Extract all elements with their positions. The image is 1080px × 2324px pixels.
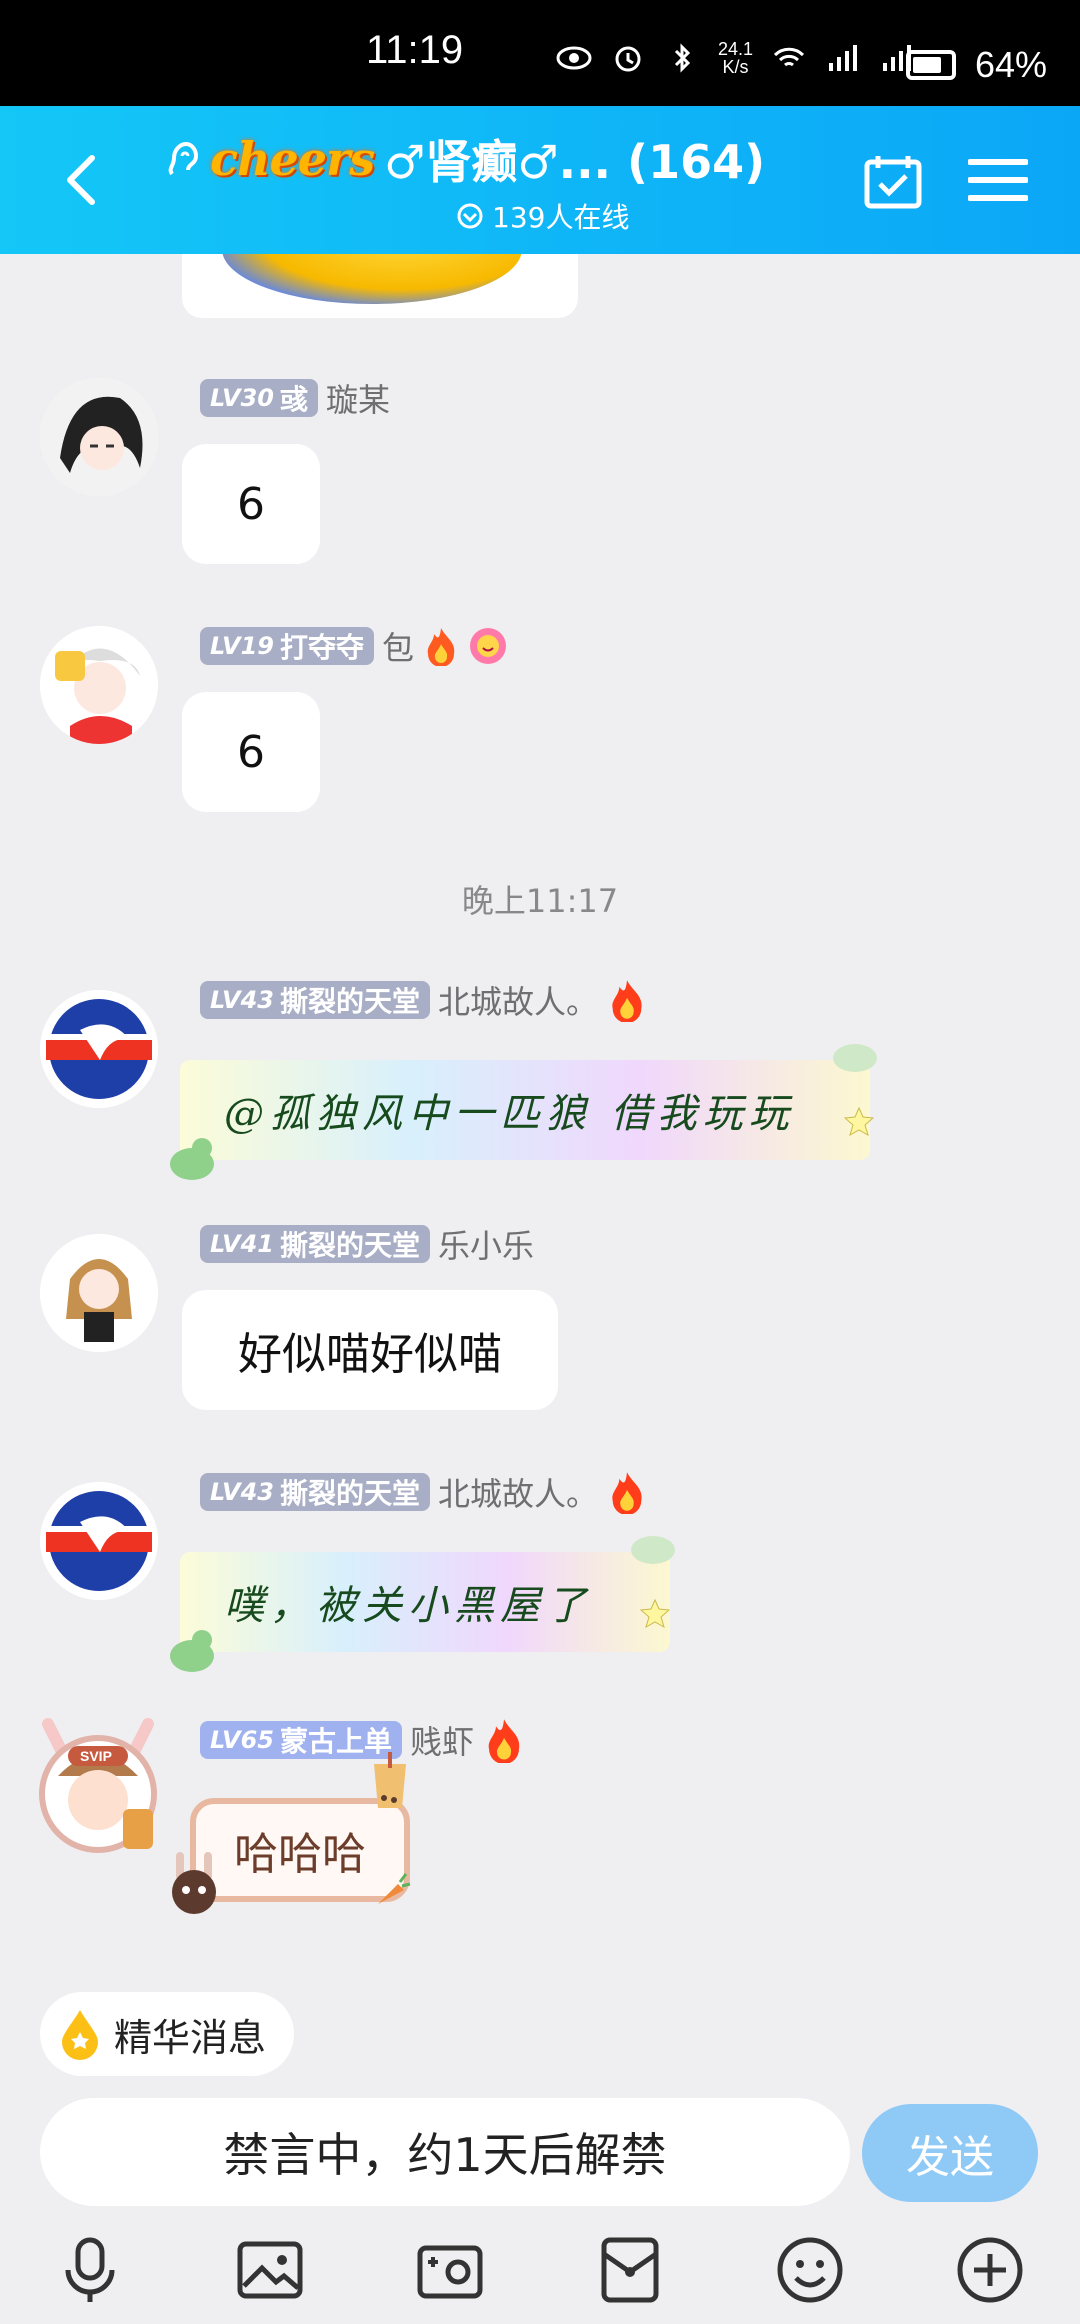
menu-icon[interactable] — [968, 156, 1028, 204]
status-icons: 24.1 K/s — [556, 40, 915, 76]
message-bubble[interactable]: @孤独风中一匹狼 借我玩玩 — [180, 1060, 870, 1160]
fire-icon — [612, 980, 642, 1022]
avatar[interactable] — [40, 1234, 158, 1352]
emoji-icon[interactable] — [774, 2234, 846, 2306]
wifi-icon — [773, 47, 805, 67]
sender-meta: LV43 撕裂的天堂 北城故人。 — [200, 1469, 648, 1515]
plus-icon[interactable] — [954, 2234, 1026, 2306]
message-input[interactable]: 禁言中，约1天后解禁 — [40, 2098, 850, 2206]
message-list[interactable]: LV30 彧 璇某 6 LV19 打夺夺 包 6 晚上11:17 LV43 撕裂的天堂… — [0, 254, 1080, 1960]
sender-meta: LV30 彧 璇某 — [200, 375, 390, 421]
back-icon[interactable] — [52, 148, 116, 212]
carrot-icon — [378, 1873, 411, 1904]
group-title[interactable]: cheers ♂肾癫♂... (164) — [160, 126, 765, 192]
level-badge: LV43 撕裂的天堂 — [200, 981, 430, 1019]
level-badge: LV43 撕裂的天堂 — [200, 1473, 430, 1511]
group-name: ♂肾癫♂... (164) — [384, 135, 766, 189]
network-speed: 24.1 K/s — [718, 39, 754, 77]
dino-sticker-icon — [170, 1630, 214, 1672]
flower-icon — [470, 628, 506, 664]
star-icon — [640, 1598, 670, 1628]
microphone-icon[interactable] — [54, 2234, 126, 2306]
bluetooth-icon — [674, 43, 691, 73]
sticker-image[interactable] — [182, 254, 578, 318]
level-badge: LV30 彧 — [200, 379, 318, 417]
image-icon[interactable] — [234, 2234, 306, 2306]
bunny-sticker-icon — [172, 1852, 216, 1914]
battery-percent: 64% — [975, 44, 1048, 85]
sender-meta: LV19 打夺夺 包 — [200, 623, 508, 669]
sender-name[interactable]: 北城故人。 — [438, 977, 598, 1023]
online-icon — [457, 203, 483, 229]
camera-icon[interactable] — [414, 2234, 486, 2306]
level-badge: LV41 撕裂的天堂 — [200, 1225, 430, 1263]
fire-icon — [612, 1472, 642, 1514]
online-count: 139人在线 — [456, 196, 629, 236]
dino-sticker-icon — [170, 1138, 214, 1180]
eye-icon — [556, 46, 592, 70]
svip-badge: SVIP — [80, 1748, 112, 1764]
timestamp: 晚上11:17 — [461, 882, 619, 920]
star-icon — [844, 1106, 874, 1136]
signal-icon — [829, 45, 858, 71]
avatar[interactable] — [40, 990, 158, 1108]
avatar[interactable] — [40, 1482, 158, 1600]
status-time: 11:19 — [366, 28, 464, 72]
group-logo: cheers — [210, 132, 375, 186]
alarm-icon — [615, 46, 641, 72]
fire-icon — [427, 628, 455, 666]
sender-name[interactable]: 包 — [382, 623, 414, 669]
chat-header: cheers ♂肾癫♂... (164) 139人在线 — [0, 106, 1080, 254]
cloud-icon — [631, 1536, 675, 1564]
fire-icon — [488, 1719, 520, 1763]
sender-meta: LV65 蒙古上单 贱虾 — [200, 1717, 526, 1763]
avatar[interactable]: SVIP — [28, 1714, 168, 1854]
input-toolbar — [0, 2224, 1080, 2324]
avatar[interactable] — [40, 626, 158, 744]
calendar-checkin-icon[interactable] — [864, 154, 922, 210]
battery-icon — [906, 50, 956, 80]
sender-meta: LV43 撕裂的天堂 北城故人。 — [200, 977, 648, 1023]
essence-messages-button[interactable]: 精华消息 — [40, 1992, 295, 2076]
sender-name[interactable]: 璇某 — [326, 375, 390, 421]
status-bar: 11:19 24.1 K/s 64% — [0, 0, 1080, 106]
sender-meta: LV41 撕裂的天堂 乐小乐 — [200, 1221, 534, 1267]
essence-drop-icon — [62, 2010, 98, 2060]
message-bubble[interactable]: 好似喵好似喵 — [182, 1290, 558, 1410]
sender-name[interactable]: 乐小乐 — [438, 1221, 534, 1267]
cloud-icon — [833, 1044, 877, 1072]
sender-name[interactable]: 北城故人。 — [438, 1469, 598, 1515]
avatar[interactable] — [40, 378, 158, 496]
message-bubble[interactable]: 6 — [182, 444, 320, 564]
send-button[interactable]: 发送 — [862, 2104, 1038, 2202]
sender-name[interactable]: 贱虾 — [410, 1717, 474, 1763]
message-bubble[interactable]: 噗，被关小黑屋了 — [180, 1552, 670, 1652]
ear-icon — [168, 141, 199, 176]
milk-tea-icon — [374, 1752, 406, 1808]
red-packet-icon[interactable] — [594, 2234, 666, 2306]
message-bubble[interactable]: 6 — [182, 692, 320, 812]
level-badge: LV19 打夺夺 — [200, 627, 374, 665]
